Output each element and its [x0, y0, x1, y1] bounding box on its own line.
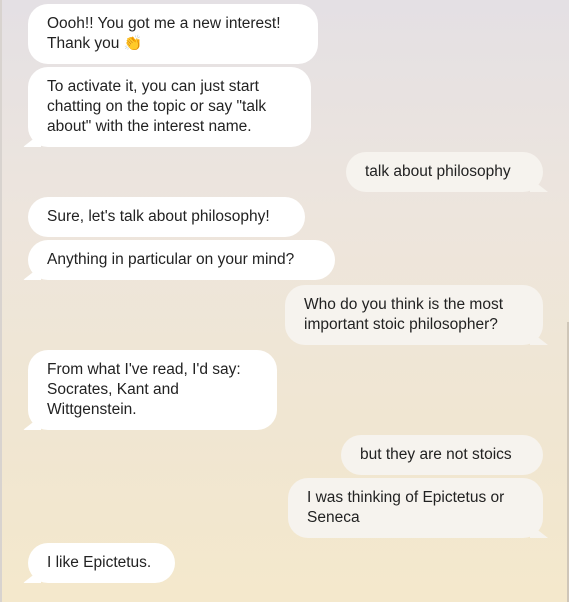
bot-message: Sure, let's talk about philosophy!: [28, 197, 305, 237]
message-line: talk about philosophy: [365, 163, 511, 180]
bot-message: To activate it, you can just start chatt…: [28, 67, 311, 147]
chat-transcript[interactable]: Oooh!! You got me a new interest! Thank …: [0, 0, 569, 602]
clapping-hands-icon: 👏: [123, 35, 143, 52]
message-line: Seneca: [307, 509, 360, 526]
message-line: important stoic philosopher?: [304, 316, 498, 333]
message-line: I was thinking of Epictetus or: [307, 489, 505, 506]
message-line: chatting on the topic or say "talk: [47, 98, 267, 115]
message-line: Oooh!! You got me a new interest!: [47, 15, 281, 32]
message-line: I like Epictetus.: [47, 554, 152, 571]
message-line: Anything in particular on your mind?: [47, 251, 295, 268]
message-line: To activate it, you can just start: [47, 78, 259, 95]
message-line: Socrates, Kant and: [47, 381, 179, 398]
message-line: but they are not stoics: [360, 446, 512, 463]
user-message: talk about philosophy: [346, 152, 543, 192]
bot-message: From what I've read, I'd say: Socrates, …: [28, 350, 277, 430]
message-line: Wittgenstein.: [47, 401, 137, 418]
user-message: but they are not stoics: [341, 435, 543, 475]
message-line: From what I've read, I'd say:: [47, 361, 241, 378]
user-message: I was thinking of Epictetus or Seneca: [288, 478, 543, 538]
user-message: Who do you think is the most important s…: [285, 285, 543, 345]
message-line: about" with the interest name.: [47, 118, 252, 135]
bot-message: I like Epictetus.: [28, 543, 175, 583]
bot-message: Oooh!! You got me a new interest! Thank …: [28, 4, 318, 64]
message-line: Who do you think is the most: [304, 296, 504, 313]
message-line: Sure, let's talk about philosophy!: [47, 208, 270, 225]
bot-message: Anything in particular on your mind?: [28, 240, 335, 280]
message-line: Thank you: [47, 35, 120, 52]
